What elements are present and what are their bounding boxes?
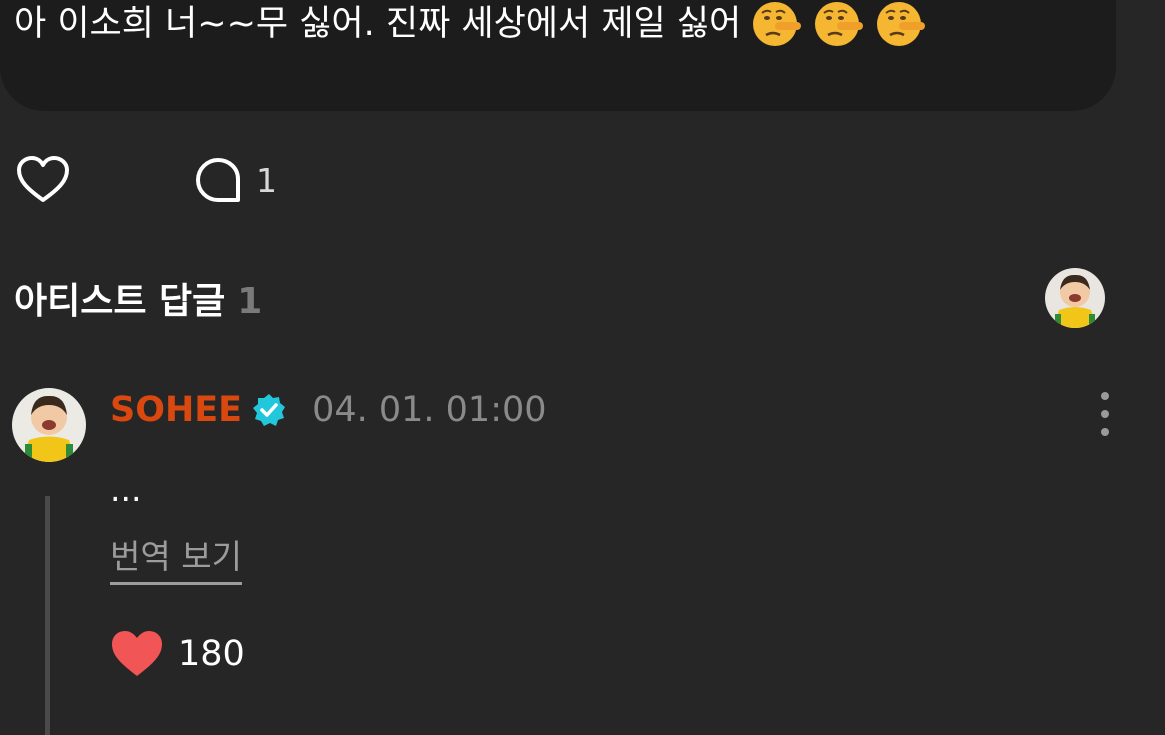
- like-button[interactable]: [16, 153, 70, 207]
- heart-filled-icon: [112, 631, 162, 676]
- reply-like-count: 180: [178, 634, 245, 674]
- post-actions: 1: [16, 152, 277, 208]
- comment-button[interactable]: 1: [194, 156, 277, 204]
- more-dot-icon: [1101, 428, 1109, 436]
- heart-outline-icon: [17, 156, 69, 202]
- post-content: 아 이소희 너~~무 싫어. 진짜 세상에서 제일 싫어: [14, 0, 927, 50]
- post-text: 아 이소희 너~~무 싫어. 진짜 세상에서 제일 싫어: [14, 4, 742, 44]
- artist-replies-count: 1: [237, 281, 263, 322]
- reply-timestamp: 04. 01. 01:00: [312, 390, 547, 430]
- reply-author-avatar[interactable]: [12, 388, 86, 462]
- reply-text: ...: [110, 470, 142, 509]
- more-options-button[interactable]: [1092, 392, 1118, 436]
- comment-bubble-icon: [196, 158, 240, 202]
- verified-badge-icon: [253, 394, 286, 426]
- comment-count: 1: [256, 160, 277, 200]
- post-detail-screen: 아 이소희 너~~무 싫어. 진짜 세상에서 제일 싫어 1 아티스트 답글 1…: [0, 0, 1165, 735]
- artist-replies-title: 아티스트 답글: [14, 281, 226, 322]
- thread-line: [45, 496, 50, 735]
- lying-face-emoji: [875, 0, 927, 50]
- translate-link[interactable]: 번역 보기: [110, 530, 242, 585]
- artist-replies-header: 아티스트 답글 1: [14, 272, 262, 324]
- reply-like-button[interactable]: 180: [110, 630, 245, 678]
- reply-header: SOHEE 04. 01. 01:00: [110, 390, 547, 430]
- more-dot-icon: [1101, 410, 1109, 418]
- lying-face-emoji: [813, 0, 865, 50]
- artist-avatar[interactable]: [1045, 268, 1105, 328]
- reply-author-name[interactable]: SOHEE: [110, 390, 242, 430]
- lying-face-emoji: [751, 0, 803, 50]
- post-bubble: 아 이소희 너~~무 싫어. 진짜 세상에서 제일 싫어: [0, 0, 1116, 111]
- more-dot-icon: [1101, 392, 1109, 400]
